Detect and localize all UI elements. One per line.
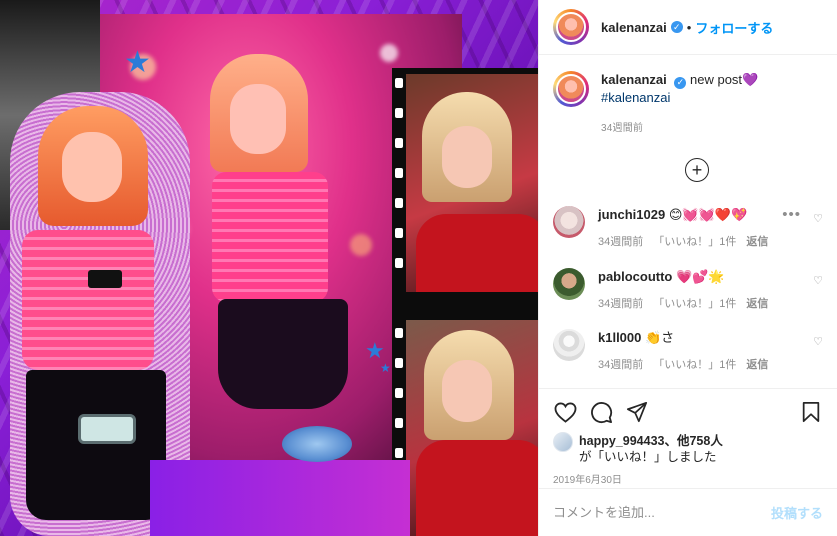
separator-dot: • (686, 19, 692, 35)
share-button[interactable] (625, 400, 649, 424)
avatar[interactable] (556, 74, 586, 104)
belt-badge (78, 414, 136, 444)
comment-text: 👏さ (645, 330, 675, 345)
comment-time[interactable]: 34週間前 (598, 357, 643, 374)
reply-button[interactable]: 返信 (746, 296, 768, 313)
verified-badge-icon: ✓ (674, 76, 687, 89)
film-frame-top (406, 74, 538, 292)
comment-item: k1ll000 👏さ 34週間前 「いいね！」1件 返信 ♡ (553, 329, 827, 374)
star-sticker-icon: ★ (365, 338, 385, 363)
hashtag-link[interactable]: #kalenanzai (601, 89, 758, 106)
likes-users[interactable]: happy_994433、他758人 (579, 434, 723, 448)
comment-like-count[interactable]: 「いいね！」1件 (653, 357, 736, 374)
verified-badge-icon: ✓ (670, 21, 683, 33)
comment-icon (590, 401, 612, 423)
post-sidebar: kalenanzai ✓ • フォローする kalenanzai ✓ new p… (538, 0, 837, 536)
film-strip (392, 68, 538, 536)
post-header: kalenanzai ✓ • フォローする (539, 0, 837, 55)
story-ring[interactable] (553, 71, 589, 107)
avatar[interactable] (556, 12, 586, 42)
caption-text: new post💜 (690, 72, 759, 87)
save-button[interactable] (799, 400, 823, 424)
comment-time[interactable]: 34週間前 (598, 296, 643, 313)
comment-text: 💗💕🌟 (676, 269, 725, 284)
main-model-figure (188, 54, 358, 444)
comment-item: junchi1029 😊💓💓❤️💖 34週間前 「いいね！」1件 返信 ••• … (553, 206, 827, 251)
instagram-post-dialog: ★ ★ ★ kalenanzai ✓ • フォローする kalenanzai ✓… (0, 0, 837, 536)
likes-summary[interactable]: happy_994433、他758人 が「いいね！」しました (553, 432, 823, 465)
caption: kalenanzai ✓ new post💜 #kalenanzai 34週間前 (553, 71, 821, 137)
shirt-logo (88, 270, 122, 288)
comment-time[interactable]: 34週間前 (598, 234, 643, 251)
story-ring[interactable] (553, 9, 589, 45)
follow-button[interactable]: フォローする (695, 18, 773, 37)
avatar[interactable] (553, 329, 585, 361)
comments-list: kalenanzai ✓ new post💜 #kalenanzai 34週間前… (539, 55, 837, 388)
purple-block (150, 460, 410, 536)
star-sticker-icon: ★ (124, 46, 151, 79)
reply-button[interactable]: 返信 (746, 357, 768, 374)
heart-icon[interactable]: ♡ (813, 335, 823, 348)
comment-username[interactable]: junchi1029 (598, 207, 665, 222)
like-button[interactable] (553, 400, 577, 424)
header-username[interactable]: kalenanzai (601, 20, 667, 35)
avatar[interactable] (553, 432, 573, 452)
lips-sticker (282, 426, 352, 462)
post-comment-button[interactable]: 投稿する (771, 503, 823, 522)
reply-button[interactable]: 返信 (746, 234, 768, 251)
avatar[interactable] (553, 268, 585, 300)
post-actions: happy_994433、他758人 が「いいね！」しました 2019年6月30… (539, 388, 837, 488)
likes-suffix: が「いいね！」しました (579, 450, 717, 464)
plus-circle-icon: + (691, 160, 703, 180)
star-sticker-icon: ★ (380, 361, 391, 375)
film-frame-bottom (406, 320, 538, 536)
comment-like-count[interactable]: 「いいね！」1件 (653, 296, 736, 313)
comment-username[interactable]: k1ll000 (598, 330, 641, 345)
comment-button[interactable] (589, 400, 613, 424)
heart-icon[interactable]: ♡ (813, 212, 823, 225)
avatar[interactable] (553, 206, 585, 238)
share-icon (626, 401, 648, 423)
load-more-comments-button[interactable]: + (685, 158, 709, 182)
heart-icon (554, 402, 576, 423)
caption-time[interactable]: 34週間前 (601, 120, 758, 137)
post-date[interactable]: 2019年6月30日 (553, 471, 823, 486)
post-image[interactable]: ★ ★ ★ (0, 0, 538, 536)
ellipsis-icon[interactable]: ••• (782, 206, 801, 223)
comment-like-count[interactable]: 「いいね！」1件 (653, 234, 736, 251)
comment-input[interactable] (553, 505, 771, 520)
heart-icon[interactable]: ♡ (813, 274, 823, 287)
comment-text: 😊💓💓❤️💖 (668, 207, 748, 222)
comment-username[interactable]: pablocoutto (598, 269, 672, 284)
caption-username[interactable]: kalenanzai (601, 72, 667, 87)
comment-item: pablocoutto 💗💕🌟 34週間前 「いいね！」1件 返信 ♡ (553, 268, 827, 313)
add-comment-bar: 投稿する (539, 488, 837, 536)
bookmark-icon (802, 401, 820, 423)
